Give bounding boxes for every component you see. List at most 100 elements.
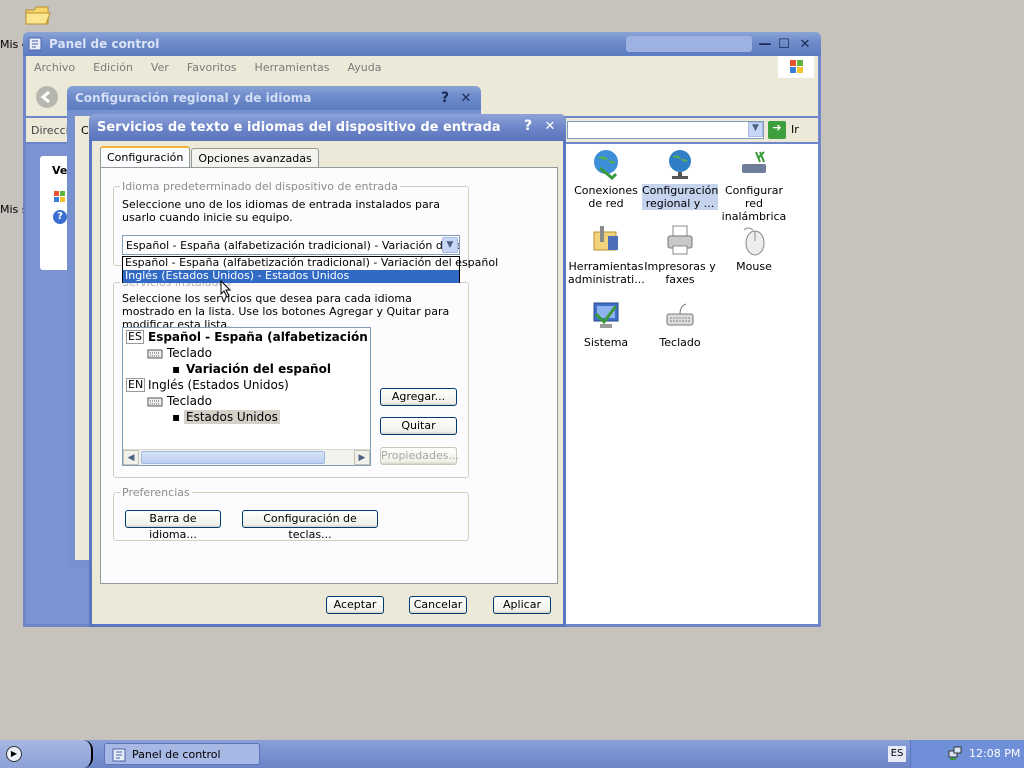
minimize-button[interactable]: — (756, 35, 774, 53)
regional-globe-icon (664, 148, 696, 180)
menu-edicion[interactable]: Edición (93, 61, 133, 74)
scroll-left-icon[interactable]: ◀ (123, 450, 139, 465)
keyboard-icon (147, 395, 163, 407)
dialog-title: Configuración regional y de idioma (75, 91, 312, 105)
tree-language-1[interactable]: Español - España (alfabetización tradic (148, 330, 370, 344)
menu-archivo[interactable]: Archivo (34, 61, 75, 74)
language-code-es: ES (126, 330, 144, 344)
go-label[interactable]: Ir (791, 123, 799, 136)
dropdown-option-highlighted[interactable]: Inglés (Estados Unidos) - Estados Unidos (123, 270, 459, 283)
cp-item-label: Sistema (583, 336, 629, 349)
tab-strip: Configuración Opciones avanzadas (100, 146, 320, 168)
network-globe-icon (590, 148, 622, 181)
tree-input-type[interactable]: Teclado (167, 346, 212, 360)
key-settings-button[interactable]: Configuración de teclas... (242, 510, 378, 541)
default-language-select[interactable]: Español - España (alfabetización tradici… (122, 235, 460, 255)
language-indicator[interactable]: ES (888, 746, 906, 762)
help-button[interactable]: ? (519, 117, 537, 135)
menu-herramientas[interactable]: Herramientas (255, 61, 330, 74)
installed-services-tree[interactable]: ES Español - España (alfabetización trad… (122, 327, 371, 466)
remove-button[interactable]: Quitar (380, 417, 457, 435)
ok-button[interactable]: Aceptar (326, 596, 384, 614)
back-button[interactable] (36, 86, 58, 108)
cp-item-keyboard[interactable]: Teclado (642, 300, 718, 349)
go-arrow-icon[interactable]: ➔ (768, 121, 786, 139)
menu-bar: Archivo Edición Ver Favoritos Herramient… (26, 56, 818, 78)
address-dropdown-chevron-icon[interactable]: ▼ (748, 122, 763, 137)
cp-item-system[interactable]: Sistema (568, 300, 644, 349)
start-button[interactable]: ▶ (0, 740, 93, 768)
window-title: Panel de control (49, 37, 160, 51)
keyboard-icon (664, 300, 696, 332)
dialog-title: Servicios de texto e idiomas del disposi… (97, 120, 501, 135)
group-legend: Idioma predeterminado del dispositivo de… (120, 180, 400, 193)
mouse-cursor-icon (220, 279, 232, 298)
cp-item-printers[interactable]: Impresoras y faxes (642, 224, 718, 286)
cp-item-label: Herramientas administrati... (568, 260, 645, 286)
control-panel-content: Conexiones de red Configuración regional… (563, 144, 818, 624)
cp-item-wireless[interactable]: Configurar red inalámbrica (716, 148, 792, 223)
language-dropdown-list[interactable]: Español - España (alfabetización tradici… (122, 256, 498, 283)
cp-item-admin-tools[interactable]: Herramientas administrati... (568, 224, 645, 286)
cp-item-label: Configuración regional y ... (642, 184, 719, 210)
cp-item-network[interactable]: Conexiones de red (568, 148, 644, 210)
menu-ayuda[interactable]: Ayuda (347, 61, 381, 74)
text-services-titlebar[interactable]: Servicios de texto e idiomas del disposi… (89, 114, 566, 141)
apply-button[interactable]: Aplicar (493, 596, 551, 614)
group-description: Seleccione uno de los idiomas de entrada… (122, 198, 440, 224)
play-icon: ▶ (6, 746, 22, 762)
tree-bullet: ▪ (172, 362, 181, 376)
keyboard-icon (147, 347, 163, 359)
tab-opciones-avanzadas[interactable]: Opciones avanzadas (191, 148, 319, 168)
desktop-folder-icon[interactable] (24, 2, 52, 28)
horizontal-scrollbar[interactable]: ◀ ▶ (123, 449, 370, 465)
language-bar-button[interactable]: Barra de idioma... (125, 510, 221, 541)
taskbar: ▶ Panel de control ES 12:08 PM (0, 740, 1024, 768)
network-tray-icon[interactable] (947, 745, 963, 761)
close-button[interactable]: ✕ (457, 89, 475, 107)
cp-item-label: Teclado (659, 336, 701, 349)
regional-dialog-titlebar[interactable]: Configuración regional y de idioma ? ✕ (67, 86, 481, 110)
cancel-button[interactable]: Cancelar (409, 596, 467, 614)
combo-value: Español - España (alfabetización tradici… (126, 239, 459, 252)
cp-item-label: Conexiones de red (574, 184, 638, 210)
control-panel-icon (112, 747, 128, 763)
scroll-thumb[interactable] (141, 451, 325, 464)
menu-ver[interactable]: Ver (151, 61, 169, 74)
printer-icon (664, 224, 696, 256)
taskbar-item-control-panel[interactable]: Panel de control (104, 743, 260, 765)
close-button[interactable]: ✕ (541, 117, 559, 135)
cp-item-regional[interactable]: Configuración regional y ... (642, 148, 718, 210)
address-input[interactable] (567, 121, 764, 139)
chevron-down-icon[interactable]: ▼ (442, 237, 458, 253)
tab-stub[interactable]: C (81, 124, 89, 137)
admin-tools-icon (590, 224, 622, 256)
language-code-en: EN (126, 378, 146, 392)
help-icon[interactable]: ? (53, 210, 67, 224)
windows-logo-icon (778, 56, 814, 78)
tree-language-2[interactable]: Inglés (Estados Unidos) (148, 378, 289, 392)
group-legend: Preferencias (120, 486, 192, 499)
system-tray: 12:08 PM (910, 740, 1024, 768)
tree-layout-1[interactable]: Variación del español (186, 362, 331, 376)
cp-item-mouse[interactable]: Mouse (716, 224, 792, 273)
group-description: Seleccione los servicios que desea para … (122, 292, 450, 331)
windows-flag-icon (53, 190, 67, 204)
cp-item-label: Configurar red inalámbrica (721, 184, 787, 223)
scroll-right-icon[interactable]: ▶ (354, 450, 370, 465)
cp-item-label: Mouse (736, 260, 772, 273)
tree-input-type[interactable]: Teclado (167, 394, 212, 408)
add-button[interactable]: Agregar... (380, 388, 457, 406)
task-label: Panel de control (132, 748, 221, 761)
menu-favoritos[interactable]: Favoritos (187, 61, 237, 74)
wireless-network-icon (738, 148, 770, 180)
control-panel-titlebar[interactable]: Panel de control — ☐ ✕ (23, 32, 821, 56)
maximize-button[interactable]: ☐ (775, 35, 793, 53)
control-panel-icon (28, 36, 44, 52)
tree-layout-2[interactable]: Estados Unidos (184, 410, 280, 424)
tab-configuracion[interactable]: Configuración (100, 146, 191, 168)
close-button[interactable]: ✕ (796, 35, 814, 53)
help-button[interactable]: ? (436, 89, 454, 107)
task-pane-title[interactable]: Ve (52, 164, 67, 177)
clock: 12:08 PM (969, 747, 1021, 760)
